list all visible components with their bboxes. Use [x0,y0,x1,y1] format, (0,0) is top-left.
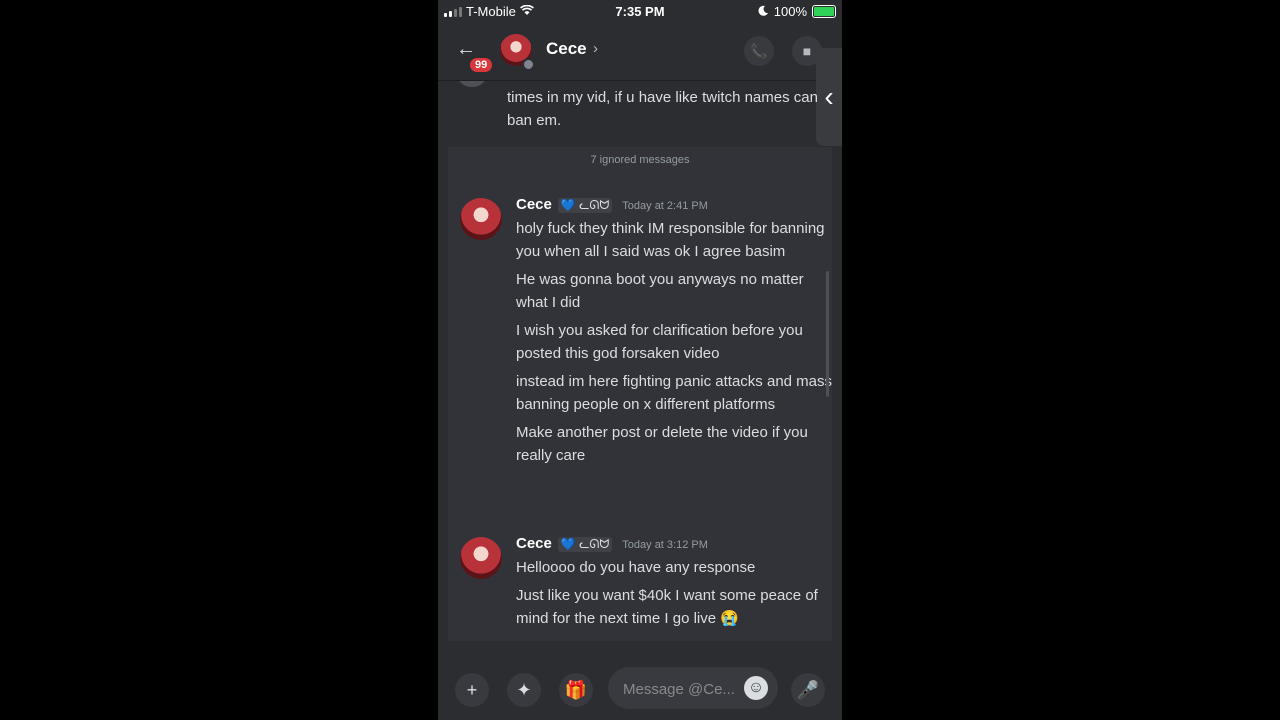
battery-icon [812,5,836,18]
message-line[interactable]: Make another post or delete the video if… [516,421,834,467]
previous-avatar [457,81,487,87]
dm-header: ← 99 Cece › 📞 ■ [438,24,842,81]
timestamp: Today at 3:12 PM [622,539,708,551]
message-input[interactable] [621,676,743,702]
microphone-icon: 🎤 [796,679,820,700]
message-header: Cece 💙 ᓚᘏᗢ Today at 3:12 PM [516,535,708,552]
message-composer: + ✦ 🎁 ☺ 🎤 [438,656,842,720]
author-avatar[interactable] [460,537,502,579]
author-name[interactable]: Cece [516,196,552,213]
ignored-messages-block[interactable]: 7 ignored messages Cece 💙 ᓚᘏᗢ Today at 2… [448,147,832,641]
apps-icon: ✦ [516,679,532,700]
server-tag: 💙 ᓚᘏᗢ [557,198,613,213]
phone-icon: 📞 [750,42,768,59]
dm-title[interactable]: Cece [546,39,587,59]
apps-button[interactable]: ✦ [507,673,541,707]
message-lines: Helloooo do you have any response Just l… [516,556,834,635]
message-line[interactable]: Helloooo do you have any response [516,556,834,579]
message-line[interactable]: I wish you asked for clarification befor… [516,319,834,365]
message-line[interactable]: Just like you want $40k I want some peac… [516,584,834,630]
emoji-icon[interactable]: ☺ [744,676,768,700]
status-right: 100% [758,4,836,19]
message-line[interactable]: instead im here fighting panic attacks a… [516,370,834,416]
gift-button[interactable]: 🎁 [559,673,593,707]
chevron-right-icon[interactable]: › [593,40,598,57]
scrollbar-thumb[interactable] [826,271,829,397]
ignored-messages-label[interactable]: 7 ignored messages [448,154,832,166]
phone-screen: T-Mobile 7:35 PM 100% ← 99 Cece › 📞 ■ ‹ [438,0,842,720]
voice-message-button[interactable]: 🎤 [791,673,825,707]
chat-scroll[interactable]: times in my vid, if u have like twitch n… [438,81,842,656]
attach-button[interactable]: + [455,673,489,707]
offline-status-icon [522,58,535,71]
author-name[interactable]: Cece [516,535,552,552]
message-line[interactable]: holy fuck they think IM responsible for … [516,217,834,263]
previous-message-text: times in my vid, if u have like twitch n… [507,89,818,129]
message-input-wrap[interactable]: ☺ [608,667,778,709]
moon-icon [758,4,769,19]
server-tag: 💙 ᓚᘏᗢ [557,537,613,552]
gift-icon: 🎁 [564,679,588,700]
status-bar: T-Mobile 7:35 PM 100% [438,0,842,24]
plus-icon: + [466,679,478,700]
battery-percent: 100% [773,4,807,19]
message-lines: holy fuck they think IM responsible for … [516,217,834,472]
message-header: Cece 💙 ᓚᘏᗢ Today at 2:41 PM [516,196,708,213]
timestamp: Today at 2:41 PM [622,200,708,212]
call-button[interactable]: 📞 [744,36,774,66]
video-camera-icon: ■ [802,43,812,59]
unread-badge: 99 [468,56,495,74]
author-avatar[interactable] [460,198,502,240]
message-line[interactable]: He was gonna boot you anyways no matter … [516,268,834,314]
